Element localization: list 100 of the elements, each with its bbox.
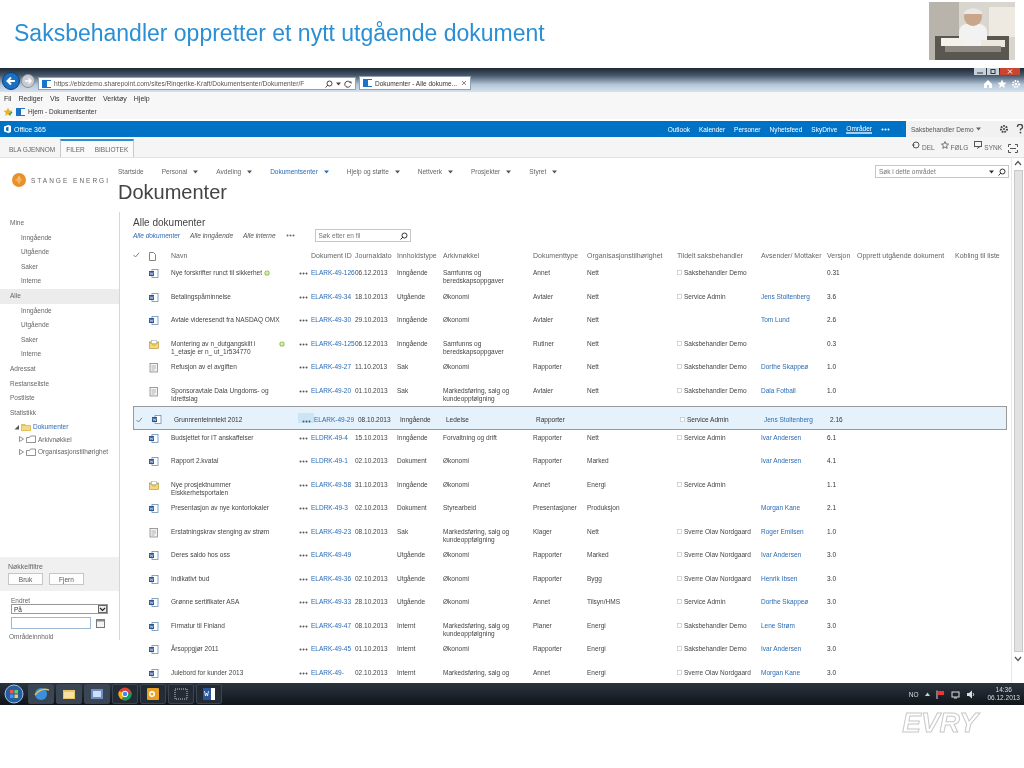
ellipsis-icon[interactable] xyxy=(298,272,308,275)
search-icon[interactable] xyxy=(998,168,1006,176)
presence-icon xyxy=(677,646,682,651)
round-logo-icon xyxy=(117,686,133,702)
document-icon xyxy=(149,433,159,444)
mail-app-icon xyxy=(145,686,161,702)
ellipsis-icon[interactable] xyxy=(298,624,308,628)
caret-icon xyxy=(336,81,341,86)
document-icon xyxy=(149,504,159,514)
slide-title: Saksbehandler oppretter et nytt utgående dokument xyxy=(14,20,546,47)
maximize-button[interactable] xyxy=(987,68,999,75)
presence-icon xyxy=(677,669,682,675)
ellipsis-icon[interactable] xyxy=(298,483,308,487)
document-icon xyxy=(152,414,162,425)
search-icon[interactable] xyxy=(325,79,333,88)
ellipsis-icon[interactable] xyxy=(298,342,308,346)
focus-icon[interactable] xyxy=(1008,144,1018,153)
logo-icon xyxy=(12,173,26,187)
presence-icon xyxy=(677,364,682,369)
star-icon[interactable] xyxy=(997,79,1007,89)
ellipsis-icon[interactable] xyxy=(298,295,308,299)
globe-icon xyxy=(33,686,49,702)
favorites-icon[interactable] xyxy=(3,107,13,116)
collapsed-icon[interactable] xyxy=(19,436,24,443)
taskbar-button[interactable] xyxy=(56,684,82,704)
check-icon[interactable] xyxy=(136,416,143,423)
document-icon xyxy=(149,551,159,561)
scrollbar-thumb[interactable] xyxy=(1013,170,1023,652)
share-icon xyxy=(911,141,920,149)
select-all-icon[interactable] xyxy=(133,252,140,258)
presence-icon xyxy=(677,387,682,393)
ellipsis-icon[interactable] xyxy=(298,389,308,393)
document-icon xyxy=(149,668,159,679)
caret-icon xyxy=(98,605,107,613)
site-icon xyxy=(16,107,25,116)
presence-icon xyxy=(677,293,682,299)
back-button[interactable] xyxy=(2,72,20,90)
envelope-icon xyxy=(149,339,159,350)
ellipsis-icon[interactable] xyxy=(298,648,308,651)
settings-icon[interactable] xyxy=(999,124,1009,134)
network-icon[interactable] xyxy=(951,689,961,699)
ellipsis-icon[interactable] xyxy=(301,419,311,423)
document-icon xyxy=(149,269,159,279)
home-icon[interactable] xyxy=(983,79,993,89)
taskbar-button[interactable] xyxy=(196,684,222,704)
document-icon xyxy=(149,645,159,655)
ellipsis-icon[interactable] xyxy=(881,127,890,131)
presence-icon xyxy=(677,575,682,581)
close-icon[interactable] xyxy=(461,80,467,86)
word-app-icon xyxy=(201,686,217,702)
form-icon xyxy=(149,386,159,397)
ellipsis-icon[interactable] xyxy=(298,577,308,581)
ellipsis-icon[interactable] xyxy=(298,507,308,510)
document-icon xyxy=(149,457,159,467)
date-field[interactable] xyxy=(11,617,91,629)
ellipsis-icon[interactable] xyxy=(285,234,295,237)
presence-icon xyxy=(677,340,682,346)
ellipsis-icon[interactable] xyxy=(298,319,308,322)
taskbar-button[interactable] xyxy=(28,684,54,704)
file-type-icon xyxy=(149,252,156,261)
expanded-icon[interactable] xyxy=(14,423,19,430)
show-hidden-icon[interactable] xyxy=(925,692,931,696)
presence-icon xyxy=(677,552,682,557)
ellipsis-icon[interactable] xyxy=(298,436,308,440)
document-icon xyxy=(149,574,159,585)
form-icon xyxy=(149,363,159,373)
taskbar-button[interactable] xyxy=(140,684,166,704)
document-icon xyxy=(149,598,159,608)
star-icon xyxy=(940,141,949,149)
presence-icon xyxy=(680,416,685,422)
form-icon xyxy=(149,527,159,538)
list-title: Alle dokumenter xyxy=(133,217,207,228)
presence-icon xyxy=(677,481,682,487)
ellipsis-icon[interactable] xyxy=(298,366,308,369)
caret-icon xyxy=(975,127,981,131)
presence-icon xyxy=(677,622,682,628)
search-icon[interactable] xyxy=(399,232,408,240)
ellipsis-icon[interactable] xyxy=(298,554,308,557)
document-icon xyxy=(149,621,159,632)
envelope-icon xyxy=(149,480,159,491)
flag-icon[interactable] xyxy=(936,689,946,699)
presence-icon xyxy=(677,528,682,534)
forward-button[interactable] xyxy=(21,74,35,88)
collapsed-icon[interactable] xyxy=(19,448,24,455)
help-icon[interactable] xyxy=(1016,124,1024,134)
scroll-down-icon[interactable] xyxy=(1014,656,1022,662)
taskbar-button[interactable] xyxy=(84,684,110,704)
ellipsis-icon[interactable] xyxy=(298,601,308,604)
ellipsis-icon[interactable] xyxy=(298,530,308,534)
presence-icon xyxy=(677,599,682,604)
scroll-up-icon[interactable] xyxy=(1014,160,1022,166)
presence-icon xyxy=(677,270,682,275)
ellipsis-icon[interactable] xyxy=(298,671,308,675)
volume-icon[interactable] xyxy=(966,689,976,699)
taskbar-button[interactable] xyxy=(112,684,138,704)
calendar-icon[interactable] xyxy=(96,618,105,628)
presence-icon xyxy=(677,434,682,440)
refresh-icon[interactable] xyxy=(344,79,352,88)
ellipsis-icon[interactable] xyxy=(298,460,308,463)
start-button[interactable] xyxy=(4,684,24,704)
